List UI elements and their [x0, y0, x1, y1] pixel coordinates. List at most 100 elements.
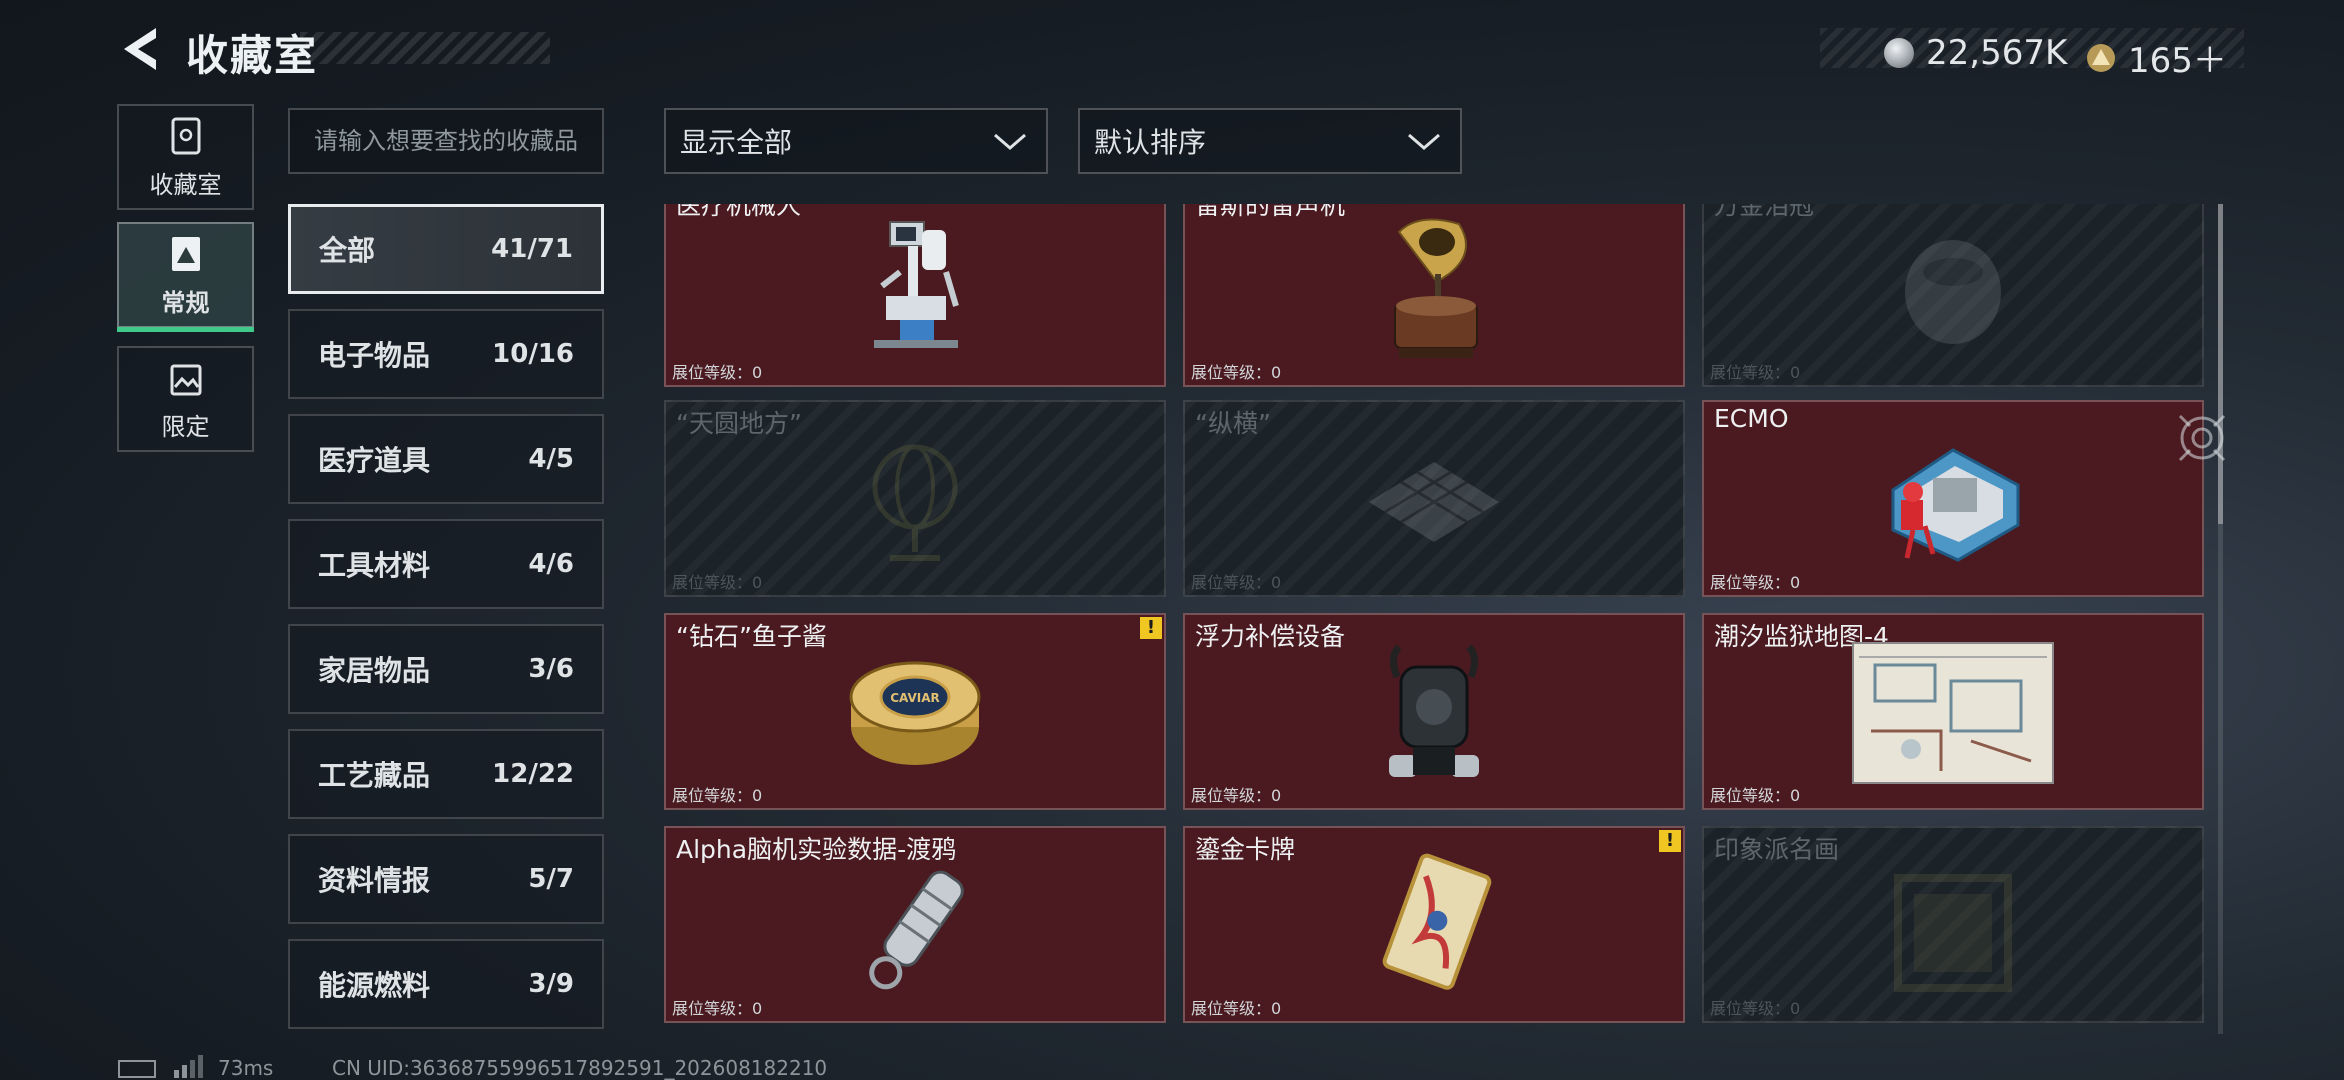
gold-value: 165＋ — [2128, 41, 2227, 81]
alert-badge: ! — [1659, 830, 1681, 852]
user-uid: CN UID:3636875599651789259​1_20260818221… — [332, 1056, 828, 1080]
category-label: 全部 — [319, 234, 376, 267]
item-level: 展位等级：0 — [1191, 573, 1282, 592]
gilded-card-icon — [1382, 853, 1492, 990]
category-label: 能源燃料 — [318, 969, 431, 1002]
gold-triangle-coin-icon — [2087, 43, 2115, 72]
item-tile[interactable]: 医疗机械人 展位等级：0 — [664, 204, 1166, 387]
item-level: 展位等级：0 — [1191, 786, 1282, 805]
category-intel[interactable]: 资料情报 5/7 — [288, 834, 604, 924]
item-name: “纵横” — [1195, 409, 1271, 438]
nav-label: 常规 — [161, 289, 210, 317]
filter-dropdown[interactable]: 显示全部 — [664, 108, 1048, 174]
item-name: ECMO — [1714, 404, 1789, 433]
nav-collection-room[interactable]: 收藏室 — [117, 104, 254, 210]
medical-robot-icon — [874, 221, 959, 348]
filter-dropdown-value: 显示全部 — [680, 126, 793, 159]
category-electronics[interactable]: 电子物品 10/16 — [288, 309, 604, 399]
item-name: 医疗机械人 — [676, 204, 802, 220]
category-label: 资料情报 — [318, 864, 431, 897]
category-label: 医疗道具 — [318, 444, 431, 477]
item-level: 展位等级：0 — [672, 786, 763, 805]
category-label: 家居物品 — [318, 654, 431, 687]
currency-silver[interactable]: 22,567K — [1884, 33, 2067, 73]
framed-picture-icon — [171, 237, 200, 271]
cabinet-icon — [171, 117, 200, 155]
category-all[interactable]: 全部 41/71 — [288, 204, 604, 294]
item-tile[interactable]: 留斯的留声机 展位等级：0 — [1183, 204, 1685, 387]
nav-label: 限定 — [161, 413, 210, 441]
nav-limited[interactable]: 限定 — [117, 346, 254, 452]
title-decoration — [300, 32, 550, 64]
back-arrow-icon[interactable] — [116, 24, 162, 74]
item-level: 展位等级：0 — [1710, 363, 1801, 382]
scrollbar-thumb[interactable] — [2218, 204, 2223, 524]
item-level: 展位等级：0 — [1710, 999, 1801, 1018]
item-level: 展位等级：0 — [672, 999, 763, 1018]
ecmo-machine-icon — [1891, 448, 2020, 562]
crosshair-icon[interactable] — [2176, 412, 2228, 464]
category-count: 41/71 — [491, 234, 573, 264]
item-tile[interactable]: Alpha脑机实验数据-渡鸦 展位等级：0 — [664, 826, 1166, 1023]
currency-gold[interactable]: 165＋ — [2086, 33, 2227, 82]
item-level: 展位等级：0 — [1710, 573, 1801, 592]
painting-icon — [1894, 874, 2012, 992]
crown-icon — [1905, 240, 2001, 344]
landscape-icon — [170, 364, 201, 396]
buoyancy-device-icon — [1389, 644, 1479, 777]
category-count: 5/7 — [528, 864, 574, 894]
item-name: 留斯的留声机 — [1195, 204, 1346, 220]
item-tile[interactable]: “钻石”鱼子酱 ! CAVIAR 展位等级：0 — [664, 613, 1166, 810]
category-count: 3/9 — [528, 969, 574, 999]
item-level: 展位等级：0 — [1710, 786, 1801, 805]
page-title: 收藏室 — [186, 31, 319, 80]
category-count: 10/16 — [492, 339, 574, 369]
caviar-tin-icon: CAVIAR — [849, 661, 981, 765]
item-tile[interactable]: ECMO 展位等级：0 — [1702, 400, 2204, 597]
item-level: 展位等级：0 — [1191, 999, 1282, 1018]
collection-grid: 医疗机械人 展位等级：0 留斯的留声机 展位等级：0 万金泪冠 展位等级：0 “ — [664, 204, 2204, 1024]
category-label: 电子物品 — [318, 339, 431, 372]
category-household[interactable]: 家居物品 3/6 — [288, 624, 604, 714]
prison-map-icon — [1852, 642, 2054, 784]
data-capsule-icon — [869, 870, 964, 990]
ping-value: 73ms — [218, 1056, 274, 1080]
battery-icon — [118, 1060, 156, 1078]
category-count: 12/22 — [492, 759, 574, 789]
item-tile[interactable]: 潮汐监狱地图-4 展位等级：0 — [1702, 613, 2204, 810]
item-tile[interactable]: 印象派名画 展位等级：0 — [1702, 826, 2204, 1023]
category-count: 4/5 — [528, 444, 574, 474]
sort-dropdown[interactable]: 默认排序 — [1078, 108, 1462, 174]
silver-coin-icon — [1884, 38, 1914, 68]
category-energy[interactable]: 能源燃料 3/9 — [288, 939, 604, 1029]
category-crafts[interactable]: 工艺藏品 12/22 — [288, 729, 604, 819]
category-tools[interactable]: 工具材料 4/6 — [288, 519, 604, 609]
silver-value: 22,567K — [1926, 33, 2068, 73]
item-tile[interactable]: “天圆地方” 展位等级：0 — [664, 400, 1166, 597]
category-count: 3/6 — [528, 654, 574, 684]
item-tile[interactable]: 万金泪冠 展位等级：0 — [1702, 204, 2204, 387]
chevron-down-icon — [1408, 133, 1440, 150]
nav-regular[interactable]: 常规 — [117, 222, 254, 332]
item-tile[interactable]: “纵横” 展位等级：0 — [1183, 400, 1685, 597]
item-tile[interactable]: 鎏金卡牌 ! 展位等级：0 — [1183, 826, 1685, 1023]
gramophone-icon — [1394, 218, 1478, 358]
globe-icon — [872, 444, 958, 561]
item-level: 展位等级：0 — [1191, 363, 1282, 382]
category-label: 工具材料 — [318, 549, 431, 582]
item-level: 展位等级：0 — [672, 363, 763, 382]
item-tile[interactable]: 浮力补偿设备 展位等级：0 — [1183, 613, 1685, 810]
chessboard-icon — [1369, 462, 1499, 542]
search-input[interactable] — [288, 108, 604, 174]
category-medical[interactable]: 医疗道具 4/5 — [288, 414, 604, 504]
item-name: “钻石”鱼子酱 — [676, 622, 827, 651]
category-label: 工艺藏品 — [318, 759, 431, 792]
signal-icon — [174, 1055, 203, 1078]
caviar-label: CAVIAR — [890, 691, 940, 705]
sort-dropdown-value: 默认排序 — [1094, 126, 1207, 159]
item-name: 印象派名画 — [1714, 835, 1840, 864]
nav-label: 收藏室 — [149, 171, 222, 199]
item-name: 万金泪冠 — [1714, 204, 1815, 220]
chevron-down-icon — [994, 133, 1026, 150]
item-level: 展位等级：0 — [672, 573, 763, 592]
